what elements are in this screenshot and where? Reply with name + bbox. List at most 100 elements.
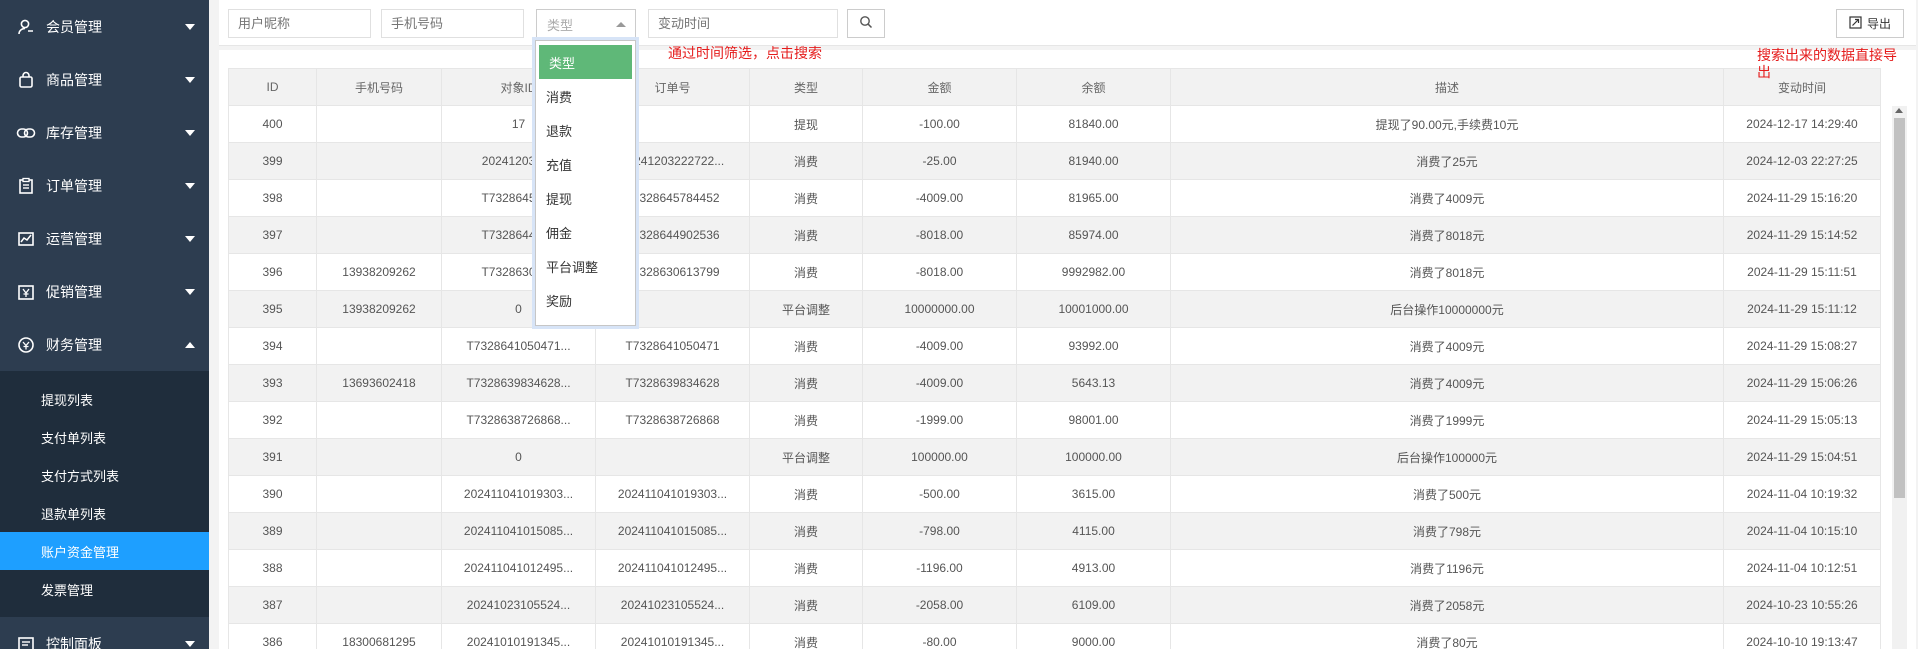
- export-button[interactable]: 导出: [1836, 9, 1904, 38]
- table-cell: 202411041015085...: [441, 512, 596, 550]
- export-icon: [1849, 15, 1862, 32]
- column-header[interactable]: 余额: [1016, 68, 1171, 106]
- table-row[interactable]: 391 0 平台调整 100000.00 100000.00 后台操作100000元 202…: [228, 438, 1881, 476]
- submenu-item-5[interactable]: 发票管理: [0, 570, 209, 608]
- table-cell: 93992.00: [1016, 327, 1171, 365]
- table-cell: T7328641050471...: [441, 327, 596, 365]
- type-option-1[interactable]: 消费: [536, 79, 635, 113]
- nickname-input[interactable]: [228, 9, 371, 38]
- table-cell: 393: [228, 364, 317, 402]
- table-row[interactable]: 387 20241023105524... 20241023105524... 消费 -…: [228, 586, 1881, 624]
- type-option-4[interactable]: 提现: [536, 181, 635, 215]
- table-cell: 400: [228, 105, 317, 143]
- type-option-0[interactable]: 类型: [539, 45, 632, 79]
- table-cell: T7328641050471: [595, 327, 750, 365]
- chevron-down-icon: [185, 23, 195, 30]
- table-row[interactable]: 389 202411041015085... 202411041015085... 消…: [228, 512, 1881, 550]
- table-row[interactable]: 396 13938209262 T7328630613 T7328630613799 消…: [228, 253, 1881, 291]
- table-cell: -4009.00: [862, 327, 1017, 365]
- sidebar-item-0[interactable]: 会员管理: [0, 0, 209, 53]
- table-row[interactable]: 399 20241203222 20241203222722... 消费 -25.00 8…: [228, 142, 1881, 180]
- type-option-2[interactable]: 退款: [536, 113, 635, 147]
- sidebar-item-5[interactable]: 促销管理: [0, 265, 209, 318]
- table-row[interactable]: 393 13693602418 T7328639834628... T73286398…: [228, 364, 1881, 402]
- table-row[interactable]: 390 202411041019303... 202411041019303... 消…: [228, 475, 1881, 513]
- table-cell: 85974.00: [1016, 216, 1171, 254]
- change-time-input[interactable]: [648, 9, 838, 38]
- type-option-7[interactable]: 奖励: [536, 283, 635, 317]
- table-cell: 2024-11-29 15:11:51: [1723, 253, 1881, 291]
- table-cell: -2058.00: [862, 586, 1017, 624]
- table-cell: 消费了4009元: [1170, 364, 1724, 402]
- table-cell: -4009.00: [862, 179, 1017, 217]
- table-cell: 20241010191345...: [441, 623, 596, 649]
- table-row[interactable]: 398 T7328645784 T7328645784452 消费 -4009.00 81…: [228, 179, 1881, 217]
- table-cell: 389: [228, 512, 317, 550]
- table-cell: 消费: [749, 549, 863, 587]
- table-cell: 消费了4009元: [1170, 179, 1724, 217]
- table-row[interactable]: 388 202411041012495... 202411041012495... 消…: [228, 549, 1881, 587]
- table-row[interactable]: 397 T7328644902 T7328644902536 消费 -8018.00 85…: [228, 216, 1881, 254]
- submenu-item-1[interactable]: 支付单列表: [0, 418, 209, 456]
- type-option-6[interactable]: 平台调整: [536, 249, 635, 283]
- table-cell: 消费: [749, 364, 863, 402]
- table-header-row: ID 手机号码 对象ID 订单号 类型 金额 余额 描述 变动时间: [228, 68, 1881, 106]
- phone-input[interactable]: [381, 9, 524, 38]
- column-header[interactable]: ID: [228, 68, 317, 106]
- table-cell: 386: [228, 623, 317, 649]
- table-cell: 98001.00: [1016, 401, 1171, 439]
- column-header[interactable]: 金额: [862, 68, 1017, 106]
- table-cell: -798.00: [862, 512, 1017, 550]
- sidebar-item-1[interactable]: 商品管理: [0, 53, 209, 106]
- clipboard-icon: [16, 176, 36, 196]
- scrollbar-thumb[interactable]: [1894, 118, 1905, 498]
- table-cell: 消费: [749, 512, 863, 550]
- table-cell: 消费了1196元: [1170, 549, 1724, 587]
- table-row[interactable]: 395 13938209262 0 平台调整 10000000.00 10001000.0…: [228, 290, 1881, 328]
- type-option-5[interactable]: 佣金: [536, 215, 635, 249]
- sidebar-item-2[interactable]: 库存管理: [0, 106, 209, 159]
- table-cell: 81965.00: [1016, 179, 1171, 217]
- column-header[interactable]: 描述: [1170, 68, 1724, 106]
- table-cell: -100.00: [862, 105, 1017, 143]
- export-annotation: 搜索出来的数据直接导出: [1757, 47, 1897, 80]
- table-cell: 5643.13: [1016, 364, 1171, 402]
- user-icon: [16, 17, 36, 37]
- table-cell: 提现了90.00元,手续费10元: [1170, 105, 1724, 143]
- table-cell: 2024-11-29 15:11:12: [1723, 290, 1881, 328]
- table-cell: 消费: [749, 623, 863, 649]
- app-root: 会员管理 商品管理 库存管理 订单管理 运营管理促销管理财务管理 提现列表 支付单列表 支付…: [0, 0, 1918, 649]
- table-cell: T7328638726868...: [441, 401, 596, 439]
- sidebar-item-4[interactable]: 运营管理: [0, 212, 209, 265]
- sidebar-item-label: 促销管理: [46, 283, 102, 300]
- scroll-up-arrow-icon[interactable]: [1895, 108, 1903, 113]
- table-panel: ID 手机号码 对象ID 订单号 类型 金额 余额 描述 变动时间 400 17 提现 -100.00…: [219, 50, 1916, 649]
- table-row[interactable]: 386 18300681295 20241010191345... 202410101…: [228, 623, 1881, 649]
- table-body: 400 17 提现 -100.00 81840.00 提现了90.00元,手续费10元 20…: [228, 105, 1881, 649]
- table-cell: 13938209262: [316, 253, 442, 291]
- table-scrollbar[interactable]: [1892, 106, 1907, 649]
- table-row[interactable]: 400 17 提现 -100.00 81840.00 提现了90.00元,手续费10元 20…: [228, 105, 1881, 143]
- chevron-down-icon: [185, 235, 195, 242]
- table-cell: 390: [228, 475, 317, 513]
- submenu-item-4[interactable]: 账户资金管理: [0, 532, 209, 570]
- sidebar-item-dashboard[interactable]: 控制面板: [0, 617, 209, 649]
- type-option-3[interactable]: 充值: [536, 147, 635, 181]
- table-row[interactable]: 394 T7328641050471... T7328641050471 消费 -400…: [228, 327, 1881, 365]
- table-cell: 消费: [749, 401, 863, 439]
- column-header[interactable]: 类型: [749, 68, 863, 106]
- table-cell: -500.00: [862, 475, 1017, 513]
- table-cell: 100000.00: [1016, 438, 1171, 476]
- search-button[interactable]: [847, 9, 885, 38]
- submenu-item-3[interactable]: 退款单列表: [0, 494, 209, 532]
- table-cell: 2024-11-29 15:06:26: [1723, 364, 1881, 402]
- submenu-item-0[interactable]: 提现列表: [0, 380, 209, 418]
- sidebar-item-3[interactable]: 订单管理: [0, 159, 209, 212]
- sidebar-item-6[interactable]: 财务管理: [0, 318, 209, 371]
- chevron-down-icon: [185, 129, 195, 136]
- submenu-item-2[interactable]: 支付方式列表: [0, 456, 209, 494]
- type-select[interactable]: 类型: [536, 9, 636, 39]
- column-header[interactable]: 手机号码: [316, 68, 442, 106]
- table-cell: -25.00: [862, 142, 1017, 180]
- table-row[interactable]: 392 T7328638726868... T7328638726868 消费 -199…: [228, 401, 1881, 439]
